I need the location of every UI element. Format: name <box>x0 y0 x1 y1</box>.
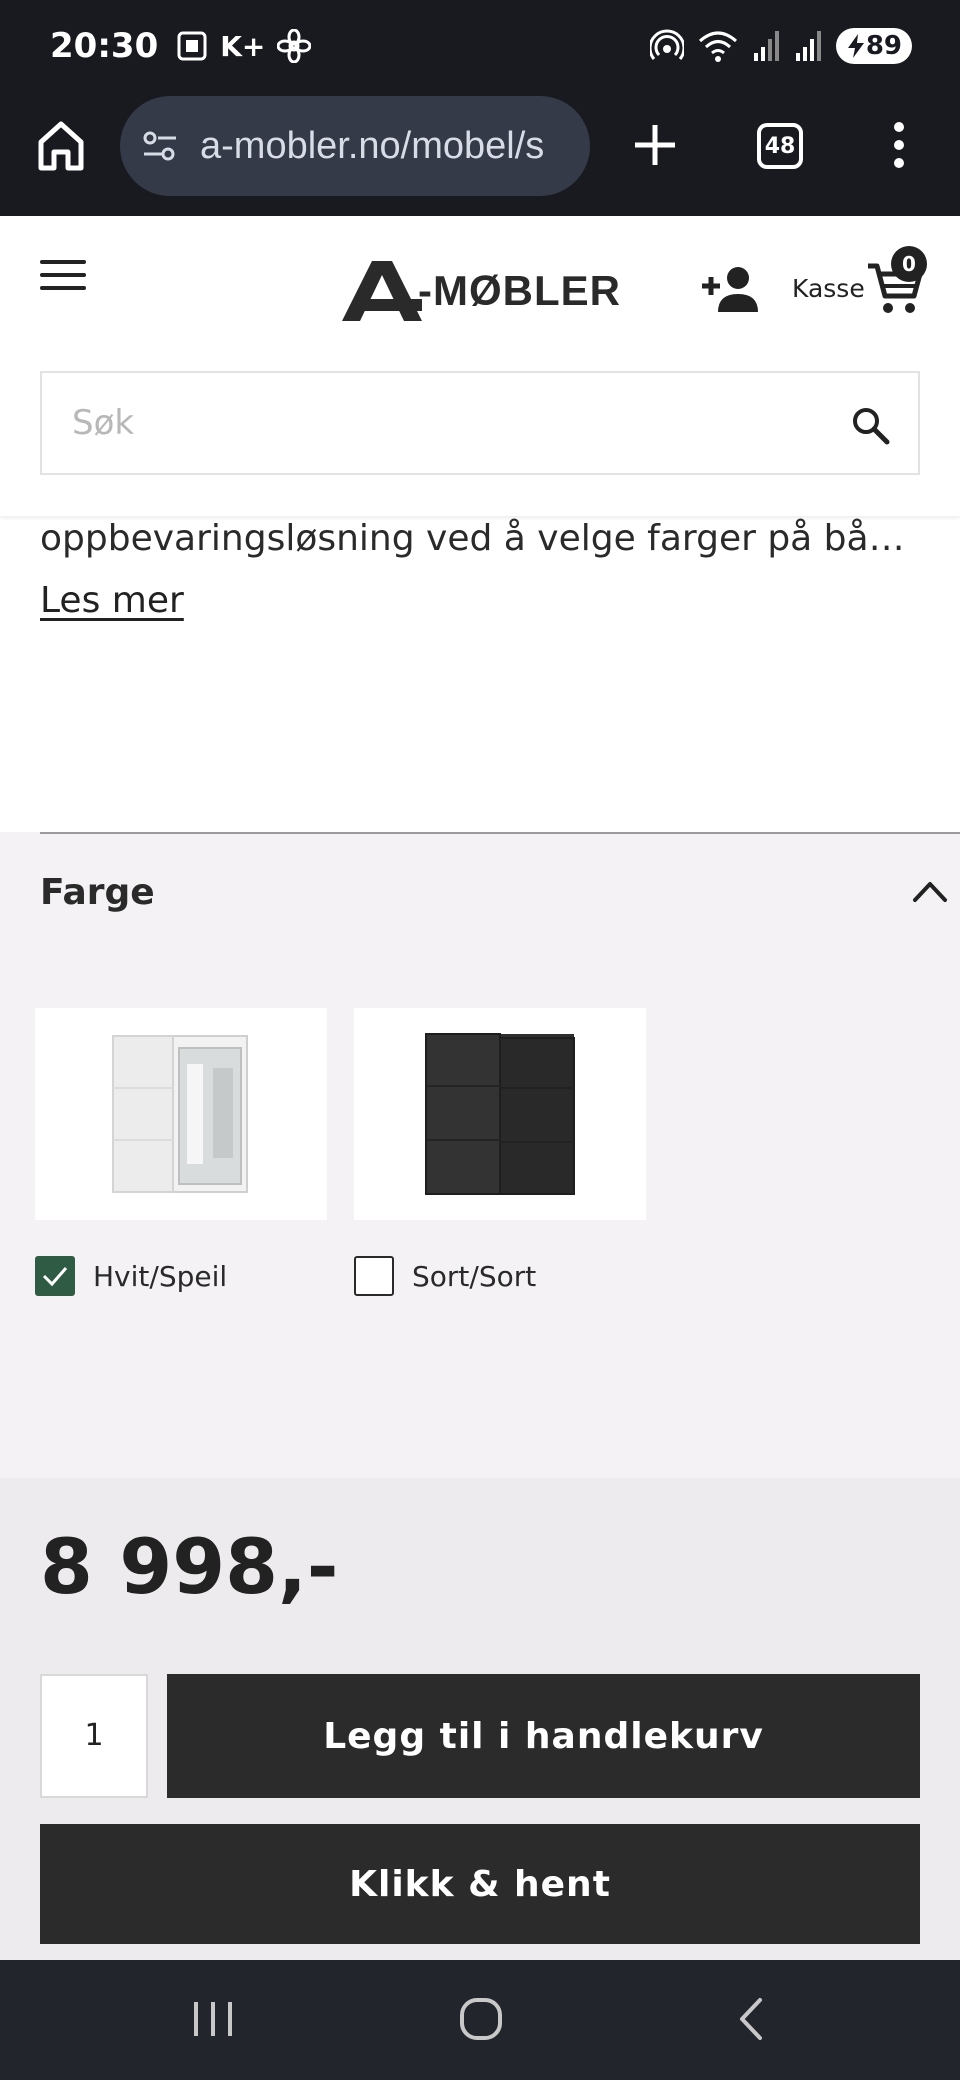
site-header: -MØBLER Kasse 0 <box>0 216 960 516</box>
wardrobe-black-image <box>425 1033 575 1195</box>
fan-icon <box>277 29 312 63</box>
search-box <box>40 371 920 475</box>
status-bar: 20:30 K+ 89 <box>0 0 960 92</box>
color-option-label: Sort/Sort <box>412 1259 537 1293</box>
wifi-icon <box>698 31 737 62</box>
home-nav-icon[interactable] <box>458 1996 504 2042</box>
hamburger-menu-icon[interactable] <box>40 260 86 296</box>
system-nav-bar <box>0 1960 960 2080</box>
wardrobe-white-image <box>112 1035 248 1193</box>
logo-a-mark <box>342 261 422 321</box>
quantity-input[interactable]: 1 <box>40 1674 148 1798</box>
logo-text: -MØBLER <box>418 267 621 314</box>
url-text: a-mobler.no/mobel/s <box>200 124 545 167</box>
charging-icon <box>847 34 864 58</box>
color-swatch-black[interactable] <box>354 1008 646 1220</box>
site-logo[interactable]: -MØBLER <box>342 260 621 322</box>
color-option-label: Hvit/Speil <box>93 1259 228 1293</box>
add-to-cart-button[interactable]: Legg til i handlekurv <box>167 1674 920 1798</box>
click-and-collect-button[interactable]: Klikk & hent <box>40 1824 920 1944</box>
checkbox-unchecked[interactable] <box>354 1256 394 1296</box>
purchase-section: 8 998,- 1 Legg til i handlekurv Klikk & … <box>0 1478 960 1960</box>
browser-toolbar: a-mobler.no/mobel/s 48 <box>0 92 960 216</box>
tab-switcher-button[interactable]: 48 <box>757 123 803 169</box>
product-price: 8 998,- <box>40 1522 339 1611</box>
battery-level: 89 <box>865 31 902 61</box>
home-icon[interactable] <box>36 118 86 174</box>
status-time: 20:30 <box>50 26 159 66</box>
checkbox-checked[interactable] <box>35 1256 75 1296</box>
color-section-title[interactable]: Farge <box>40 872 155 913</box>
checkout-label[interactable]: Kasse <box>792 274 865 303</box>
site-settings-icon[interactable] <box>140 126 180 166</box>
address-bar[interactable]: a-mobler.no/mobel/s <box>120 96 590 196</box>
chevron-up-icon[interactable] <box>912 878 948 906</box>
color-option-white-mirror[interactable]: Hvit/Speil <box>35 1256 227 1296</box>
signal-icon-2 <box>795 31 821 61</box>
new-tab-icon[interactable] <box>632 122 678 168</box>
hotspot-icon <box>649 29 684 60</box>
cart-count-badge: 0 <box>891 246 927 282</box>
screenshot-icon <box>177 31 207 61</box>
read-more-link[interactable]: Les mer <box>40 580 184 621</box>
color-swatch-white-mirror[interactable] <box>35 1008 327 1220</box>
battery-indicator: 89 <box>835 28 912 64</box>
add-user-icon[interactable] <box>700 264 760 314</box>
checkmark-icon <box>42 1267 68 1287</box>
carrier-label: K+ <box>220 29 266 63</box>
product-description: oppbevaringsløsning ved å velge farger p… <box>40 518 905 559</box>
more-menu-icon[interactable] <box>884 120 914 170</box>
search-input[interactable] <box>72 403 832 443</box>
recent-apps-icon[interactable] <box>190 1998 236 2040</box>
color-section: Farge Hvit/Speil Sort/Sort <box>0 832 960 1478</box>
search-icon[interactable] <box>850 405 890 445</box>
color-option-black[interactable]: Sort/Sort <box>354 1256 536 1296</box>
section-divider <box>40 832 960 834</box>
signal-icon-1 <box>753 31 779 61</box>
back-nav-icon[interactable] <box>736 1996 766 2042</box>
